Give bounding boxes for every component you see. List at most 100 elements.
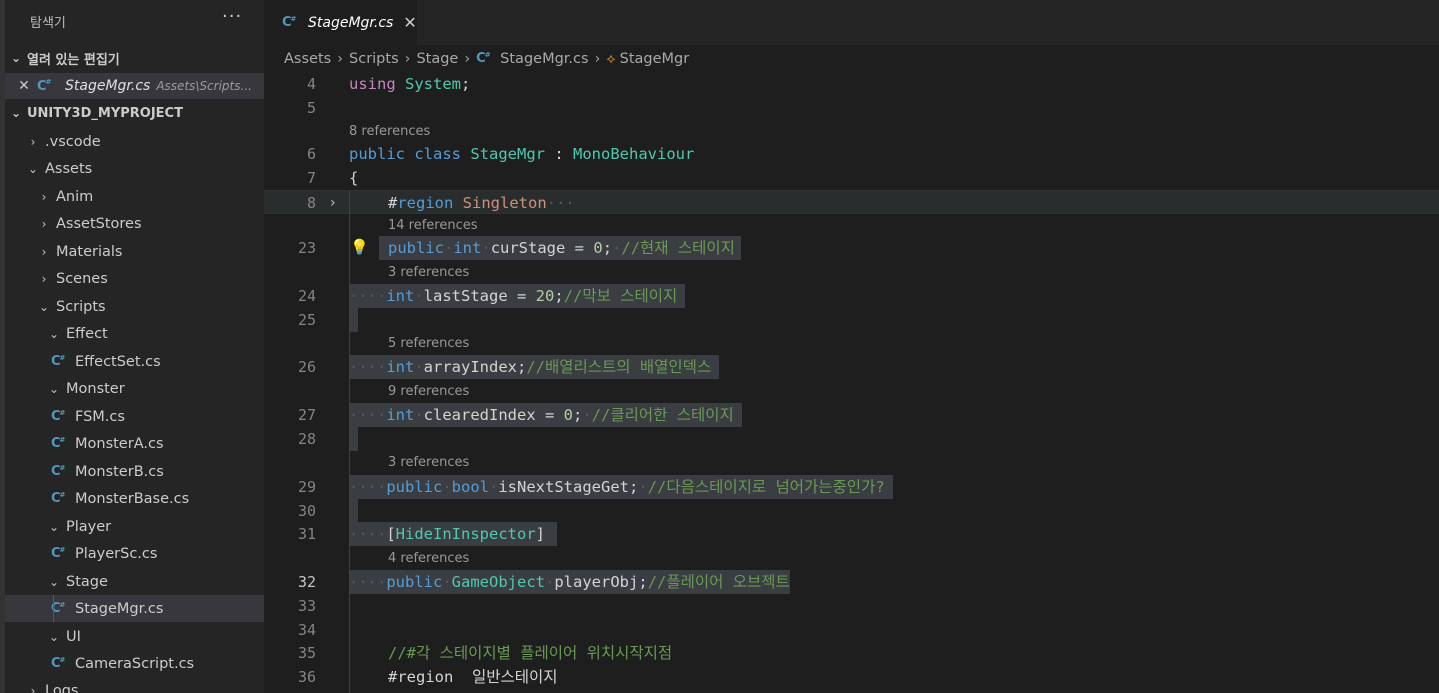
tree-item-label: CameraScript.cs	[75, 655, 195, 672]
line-number: 35	[297, 644, 316, 662]
identifier: curStage	[490, 239, 566, 257]
tree-folder-player[interactable]: ⌄ Player	[5, 513, 264, 540]
close-editor-icon[interactable]: ✕	[11, 78, 37, 94]
tree-folder-vscode[interactable]: › .vscode	[5, 128, 264, 155]
identifier: lastStage	[423, 287, 508, 305]
punct: ;	[638, 573, 648, 591]
tree-folder-logs[interactable]: › Logs	[5, 677, 264, 693]
lightbulb-icon[interactable]: 💡	[350, 238, 369, 256]
csharp-file-icon	[51, 491, 67, 506]
project-label: UNITY3D_MYPROJECT	[27, 105, 183, 121]
csharp-file-icon	[282, 15, 298, 30]
tree-folder-materials[interactable]: › Materials	[5, 238, 264, 265]
codelens-references[interactable]: 14 references	[388, 216, 478, 236]
line-number: 31	[297, 525, 316, 543]
tree-file-effectset[interactable]: EffectSet.cs	[5, 348, 264, 375]
tree-folder-stage[interactable]: ⌄ Stage	[5, 568, 264, 595]
tree-file-camerascript[interactable]: CameraScript.cs	[5, 650, 264, 677]
tree-folder-scripts[interactable]: ⌄ Scripts	[5, 293, 264, 320]
tree-item-label: MonsterA.cs	[75, 435, 164, 452]
tree-file-monsterbase[interactable]: MonsterBase.cs	[5, 485, 264, 512]
number: 0	[593, 239, 603, 257]
tree-item-label: MonsterB.cs	[75, 463, 164, 480]
tree-folder-effect[interactable]: ⌄ Effect	[5, 320, 264, 347]
more-actions-icon[interactable]: ···	[222, 6, 242, 27]
codelens-references[interactable]: 8 references	[349, 122, 430, 142]
folded-ellipsis[interactable]: ···	[547, 194, 575, 212]
number: 0	[563, 406, 573, 424]
line-number: 25	[297, 311, 316, 329]
code-text: ····int·clearedIndex = 0;·//클리어한 스테이지	[349, 403, 742, 427]
keyword: int	[386, 406, 415, 424]
code-line: 28	[264, 427, 1439, 451]
line-number: 30	[297, 502, 316, 520]
tree-file-playersc[interactable]: PlayerSc.cs	[5, 540, 264, 567]
code-text: //#각 스테이지별 플레이어 위치시작지점	[388, 641, 672, 665]
chevron-down-icon: ⌄	[48, 629, 60, 644]
identifier: playerObj	[554, 573, 639, 591]
tree-file-stagemgr[interactable]: StageMgr.cs	[5, 595, 264, 622]
breadcrumb-item[interactable]: StageMgr.cs	[500, 51, 588, 67]
code-text	[349, 308, 358, 332]
breadcrumb-item[interactable]: StageMgr	[620, 51, 690, 67]
punct: :	[545, 145, 574, 163]
tree-item-label: StageMgr.cs	[75, 600, 164, 617]
chevron-right-icon: ›	[337, 50, 344, 67]
tree-item-label: UI	[66, 628, 81, 645]
code-editor[interactable]: 4 using System; 5 8 references 6 public …	[264, 72, 1439, 693]
project-section[interactable]: ⌄ UNITY3D_MYPROJECT	[5, 101, 264, 125]
region-name: 일반스테이지	[453, 668, 558, 686]
tree-file-fsm[interactable]: FSM.cs	[5, 403, 264, 430]
operator: =	[565, 239, 594, 257]
csharp-file-icon	[476, 51, 492, 66]
explorer-title: 탐색기	[30, 16, 66, 31]
tree-folder-assetstores[interactable]: › AssetStores	[5, 210, 264, 237]
code-text: ····int·lastStage = 20;//막보 스테이지	[349, 284, 686, 308]
keyword: public	[388, 239, 444, 257]
tree-folder-ui[interactable]: ⌄ UI	[5, 623, 264, 650]
tab-stagemgr[interactable]: StageMgr.cs ✕	[264, 0, 417, 45]
line-number: 5	[306, 99, 316, 117]
code-line: 25	[264, 308, 1439, 332]
chevron-down-icon: ⌄	[48, 519, 60, 534]
codelens-references[interactable]: 4 references	[388, 549, 469, 569]
line-number: 34	[297, 621, 316, 639]
open-editors-label: 열려 있는 편집기	[27, 52, 120, 68]
codelens-references[interactable]: 3 references	[388, 263, 469, 283]
region-name: Singleton	[453, 194, 547, 212]
tree-item-label: Logs	[45, 682, 79, 693]
codelens-references[interactable]: 9 references	[388, 382, 469, 402]
attribute: HideInInspector	[395, 525, 536, 543]
open-editor-item[interactable]: ✕ StageMgr.cs Assets\Scripts...	[5, 73, 264, 99]
line-number: 32	[297, 573, 316, 591]
keyword: class	[414, 145, 462, 163]
tree-item-label: Anim	[56, 188, 94, 205]
tree-folder-anim[interactable]: › Anim	[5, 183, 264, 210]
code-line: 36 #region 일반스테이지	[264, 665, 1439, 689]
tree-item-label: Monster	[66, 380, 125, 397]
tree-folder-monster[interactable]: ⌄ Monster	[5, 375, 264, 402]
keyword: public	[386, 573, 443, 591]
breadcrumb-item[interactable]: Stage	[416, 51, 458, 67]
csharp-file-icon	[51, 436, 67, 451]
code-line: 27 ····int·clearedIndex = 0;·//클리어한 스테이지	[264, 403, 1439, 427]
chevron-right-icon: ›	[404, 50, 411, 67]
open-editors-section[interactable]: ⌄ 열려 있는 편집기	[5, 46, 264, 70]
punct: [	[386, 525, 396, 543]
tree-file-monsterb[interactable]: MonsterB.cs	[5, 458, 264, 485]
tree-item-label: .vscode	[45, 133, 101, 150]
codelens-references[interactable]: 5 references	[388, 334, 469, 354]
breadcrumb-item[interactable]: Assets	[284, 51, 331, 67]
chevron-right-icon: ›	[41, 244, 47, 259]
tree-file-monstera[interactable]: MonsterA.cs	[5, 430, 264, 457]
close-tab-icon[interactable]: ✕	[403, 13, 416, 32]
fold-chevron-icon[interactable]: ›	[330, 191, 336, 215]
breadcrumb-item[interactable]: Scripts	[349, 51, 399, 67]
tree-folder-assets[interactable]: ⌄ Assets	[5, 155, 264, 182]
codelens-references[interactable]: 3 references	[388, 453, 469, 473]
keyword: bool	[451, 478, 489, 496]
line-number: 26	[297, 358, 316, 376]
tree-folder-scenes[interactable]: › Scenes	[5, 265, 264, 292]
code-text: ····int·arrayIndex;//배열리스트의 배열인덱스	[349, 355, 720, 379]
code-text: public·int·curStage = 0;·//현재 스테이지	[379, 236, 741, 260]
